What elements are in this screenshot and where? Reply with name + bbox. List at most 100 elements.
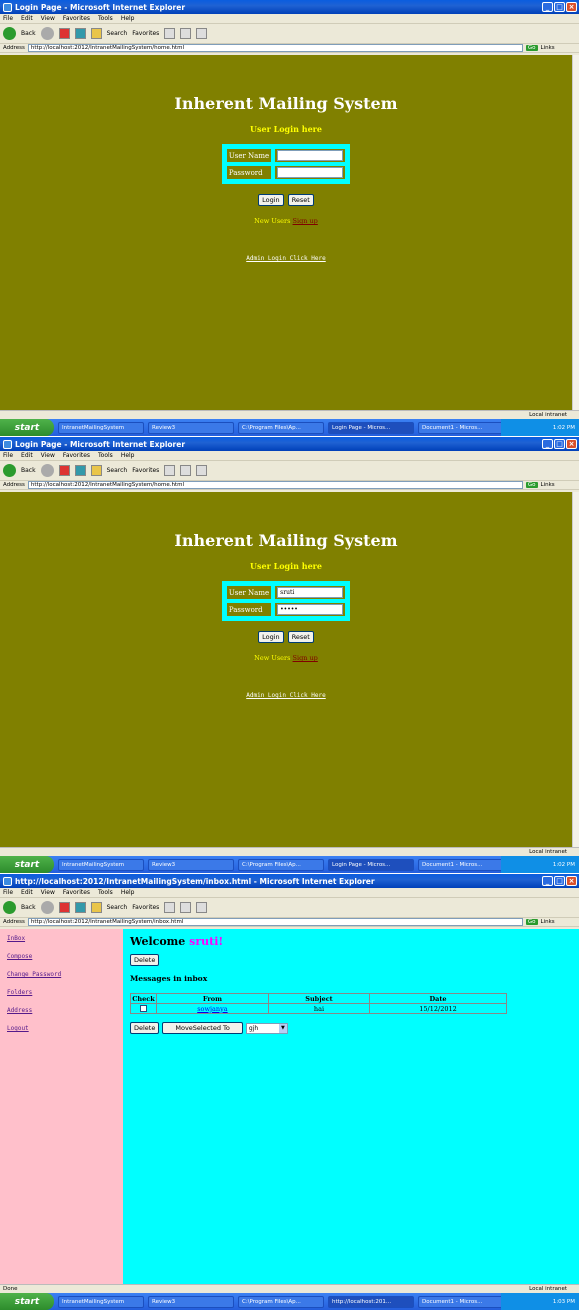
back-button[interactable]: Back <box>21 30 36 37</box>
address-input[interactable]: http://localhost:2012/IntranetMailingSys… <box>27 481 523 489</box>
signup-link[interactable]: Sign up <box>293 217 318 225</box>
print-icon[interactable] <box>196 465 208 476</box>
close-button[interactable]: × <box>566 876 577 886</box>
stop-icon[interactable] <box>58 465 70 476</box>
menu-file[interactable]: File <box>3 452 13 459</box>
address-input[interactable]: http://localhost:2012/IntranetMailingSys… <box>27 918 523 926</box>
go-button[interactable]: Go <box>525 45 538 51</box>
move-selected-button[interactable]: MoveSelected To <box>162 1022 243 1034</box>
stop-icon[interactable] <box>58 902 70 913</box>
minimize-button[interactable]: _ <box>542 876 553 886</box>
links-label[interactable]: Links <box>541 45 555 51</box>
close-button[interactable]: × <box>566 2 577 12</box>
sidebar-item-address[interactable]: Address <box>7 1007 123 1014</box>
sidebar-item-logout[interactable]: Logout <box>7 1025 123 1032</box>
maximize-button[interactable]: □ <box>554 2 565 12</box>
back-button[interactable]: Back <box>21 467 36 474</box>
password-field[interactable] <box>277 167 344 178</box>
start-button[interactable]: start <box>0 419 54 436</box>
print-icon[interactable] <box>196 902 208 913</box>
forward-icon[interactable] <box>40 901 54 914</box>
menu-file[interactable]: File <box>3 889 13 896</box>
close-button[interactable]: × <box>566 439 577 449</box>
task-button[interactable]: Document1 - Micros... <box>418 858 504 871</box>
mail-icon[interactable] <box>180 465 192 476</box>
minimize-button[interactable]: _ <box>542 2 553 12</box>
task-button[interactable]: C:\Program Files\Ap... <box>238 421 324 434</box>
menu-favorites[interactable]: Favorites <box>63 889 90 896</box>
task-button[interactable]: IntranetMailingSystem <box>58 1295 144 1308</box>
task-button[interactable]: http://localhost:201... <box>328 1295 414 1308</box>
refresh-icon[interactable] <box>74 902 86 913</box>
start-button[interactable]: start <box>0 1293 54 1310</box>
refresh-icon[interactable] <box>74 465 86 476</box>
print-icon[interactable] <box>196 28 208 39</box>
task-button[interactable]: IntranetMailingSystem <box>58 858 144 871</box>
links-label[interactable]: Links <box>541 919 555 925</box>
forward-icon[interactable] <box>40 27 54 40</box>
task-button[interactable]: Login Page - Micros... <box>328 858 414 871</box>
links-label[interactable]: Links <box>541 482 555 488</box>
task-button[interactable]: C:\Program Files\Ap... <box>238 858 324 871</box>
back-icon[interactable] <box>3 901 16 914</box>
sidebar-item-folders[interactable]: Folders <box>7 989 123 996</box>
favorites-button[interactable]: Favorites <box>132 904 159 911</box>
menu-view[interactable]: View <box>41 15 55 22</box>
task-button[interactable]: Document1 - Micros... <box>418 421 504 434</box>
search-button[interactable]: Search <box>107 467 128 474</box>
task-button[interactable]: Review3 <box>148 858 234 871</box>
maximize-button[interactable]: □ <box>554 876 565 886</box>
message-checkbox[interactable] <box>140 1005 147 1012</box>
menu-edit[interactable]: Edit <box>21 452 33 459</box>
go-button[interactable]: Go <box>525 482 538 488</box>
sidebar-item-change-password[interactable]: Change Password <box>7 971 123 978</box>
home-icon[interactable] <box>90 465 102 476</box>
menu-edit[interactable]: Edit <box>21 15 33 22</box>
menu-view[interactable]: View <box>41 889 55 896</box>
vertical-scrollbar[interactable] <box>572 492 579 847</box>
login-button[interactable]: Login <box>258 631 284 643</box>
window-titlebar[interactable]: Login Page - Microsoft Internet Explorer… <box>0 0 579 14</box>
menu-help[interactable]: Help <box>121 889 135 896</box>
menu-file[interactable]: File <box>3 15 13 22</box>
home-icon[interactable] <box>90 28 102 39</box>
favorites-button[interactable]: Favorites <box>132 30 159 37</box>
password-field[interactable]: ••••• <box>277 604 344 615</box>
folder-select[interactable]: gjh ▼ <box>245 1022 288 1034</box>
window-titlebar[interactable]: Login Page - Microsoft Internet Explorer… <box>0 437 579 451</box>
delete-button-top[interactable]: Delete <box>130 954 160 966</box>
minimize-button[interactable]: _ <box>542 439 553 449</box>
back-button[interactable]: Back <box>21 904 36 911</box>
message-from-link[interactable]: sowjanya <box>197 1005 227 1013</box>
reset-button[interactable]: Reset <box>287 631 314 643</box>
menu-view[interactable]: View <box>41 452 55 459</box>
admin-login-link[interactable]: Admin Login Click Here <box>0 255 572 262</box>
menu-tools[interactable]: Tools <box>98 889 113 896</box>
history-icon[interactable] <box>164 465 176 476</box>
menu-help[interactable]: Help <box>121 452 135 459</box>
history-icon[interactable] <box>164 902 176 913</box>
task-button[interactable]: IntranetMailingSystem <box>58 421 144 434</box>
username-field[interactable]: sruti <box>277 587 344 598</box>
task-button[interactable]: C:\Program Files\Ap... <box>238 1295 324 1308</box>
stop-icon[interactable] <box>58 28 70 39</box>
favorites-button[interactable]: Favorites <box>132 467 159 474</box>
menu-edit[interactable]: Edit <box>21 889 33 896</box>
window-titlebar[interactable]: http://localhost:2012/IntranetMailingSys… <box>0 874 579 888</box>
menu-favorites[interactable]: Favorites <box>63 15 90 22</box>
home-icon[interactable] <box>90 902 102 913</box>
task-button[interactable]: Review3 <box>148 421 234 434</box>
reset-button[interactable]: Reset <box>287 194 314 206</box>
signup-link[interactable]: Sign up <box>293 654 318 662</box>
vertical-scrollbar[interactable] <box>572 55 579 410</box>
mail-icon[interactable] <box>180 902 192 913</box>
delete-button-bottom[interactable]: Delete <box>130 1022 160 1034</box>
back-icon[interactable] <box>3 464 16 477</box>
go-button[interactable]: Go <box>525 919 538 925</box>
menu-tools[interactable]: Tools <box>98 15 113 22</box>
maximize-button[interactable]: □ <box>554 439 565 449</box>
task-button[interactable]: Login Page - Micros... <box>328 421 414 434</box>
task-button[interactable]: Document1 - Micros... <box>418 1295 504 1308</box>
mail-icon[interactable] <box>180 28 192 39</box>
menu-favorites[interactable]: Favorites <box>63 452 90 459</box>
